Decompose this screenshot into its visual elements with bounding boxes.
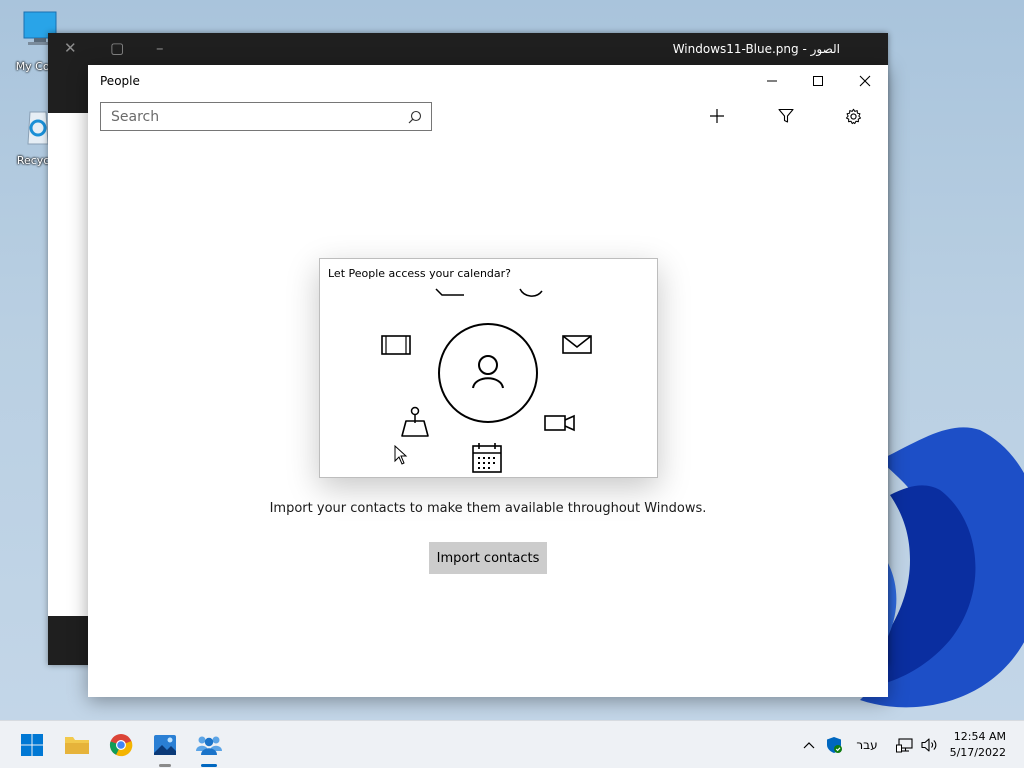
calendar-icon (472, 443, 502, 473)
photos-icon (154, 735, 176, 755)
filter-icon (778, 108, 794, 123)
shield-icon (827, 737, 842, 753)
search-box[interactable]: Search (100, 102, 432, 131)
photos-dark-panel (48, 65, 88, 113)
chrome-icon (109, 734, 133, 757)
add-contact-button[interactable] (702, 103, 732, 129)
file-explorer-button[interactable] (61, 729, 93, 761)
film-icon (381, 335, 411, 355)
people-window: People Search Let People access your cal… (88, 65, 888, 697)
maximize-icon[interactable]: ▢ (110, 39, 124, 57)
chrome-button[interactable] (105, 729, 137, 761)
start-icon (21, 734, 43, 756)
minimize-icon (767, 80, 777, 82)
file-explorer-icon (65, 737, 89, 754)
contact-icons-ring (381, 288, 592, 473)
filter-button[interactable] (771, 103, 801, 129)
minimize-icon[interactable]: – (156, 39, 164, 57)
start-button[interactable] (16, 729, 48, 761)
search-input[interactable]: Search (111, 109, 159, 125)
maximize-icon (813, 76, 823, 86)
people-icon (196, 736, 222, 755)
video-camera-icon (544, 414, 575, 432)
speaker-icon (921, 738, 937, 752)
partial-phone-icon (519, 288, 543, 297)
settings-button[interactable] (838, 103, 868, 129)
photos-title-bar: ✕ ▢ – Windows11-Blue.png - الصور (48, 33, 888, 65)
photos-button[interactable] (149, 729, 181, 767)
mail-icon (562, 335, 592, 354)
clock-time: 12:54 AM (953, 730, 1006, 743)
close-icon[interactable]: ✕ (64, 39, 77, 57)
show-hidden-icons-button[interactable] (800, 721, 818, 769)
calendar-access-illustration: Let People access your calendar? (319, 258, 658, 478)
clock-date: 5/17/2022 (949, 746, 1006, 759)
map-pin-icon (401, 406, 429, 437)
plus-icon (710, 109, 724, 123)
chevron-up-icon (803, 742, 815, 749)
partial-chat-icon (435, 288, 464, 296)
close-icon (859, 75, 871, 87)
mouse-cursor-icon (394, 445, 408, 465)
maximize-button[interactable] (795, 65, 841, 97)
minimize-button[interactable] (749, 65, 795, 97)
clock-button[interactable]: 12:54 AM 5/17/2022 (950, 729, 1006, 761)
network-tray-button[interactable] (893, 721, 917, 769)
close-button[interactable] (842, 65, 888, 97)
import-description: Import your contacts to make them availa… (269, 501, 707, 516)
volume-tray-button[interactable] (918, 721, 942, 769)
taskbar: עבר 12:54 AM 5/17/2022 (0, 720, 1024, 768)
active-indicator (201, 764, 217, 767)
person-icon (438, 323, 538, 423)
running-indicator (159, 764, 171, 767)
photos-window-title: Windows11-Blue.png - الصور (672, 42, 840, 56)
gear-icon (845, 108, 861, 124)
import-contacts-button[interactable]: Import contacts (429, 542, 547, 574)
security-tray-button[interactable] (823, 721, 845, 769)
people-button[interactable] (193, 729, 225, 767)
network-icon (896, 738, 913, 753)
window-title: People (100, 74, 140, 88)
language-indicator[interactable]: עבר (852, 721, 882, 769)
search-icon[interactable] (408, 110, 422, 124)
